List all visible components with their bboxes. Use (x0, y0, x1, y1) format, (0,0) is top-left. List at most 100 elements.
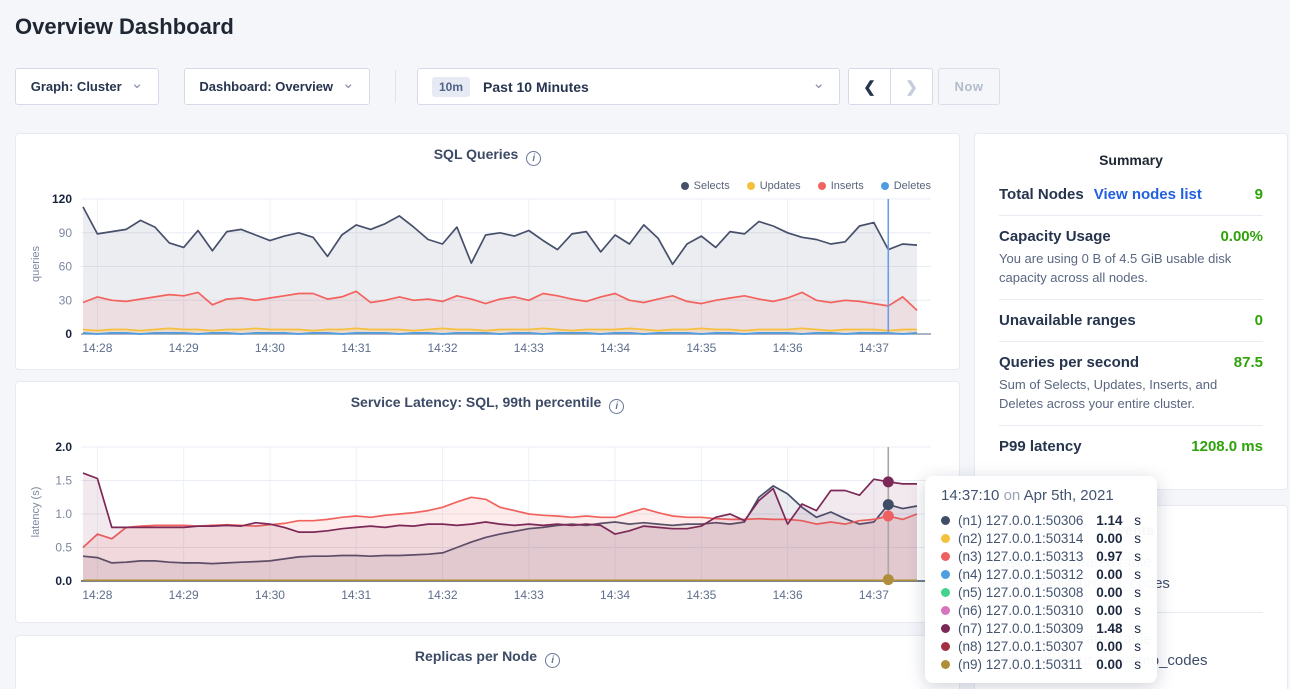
node-color-dot-icon (941, 552, 950, 561)
capacity-usage-label: Capacity Usage (999, 228, 1111, 245)
svg-text:14:37: 14:37 (859, 341, 889, 355)
node-color-dot-icon (941, 534, 950, 543)
divider (999, 299, 1263, 300)
divider (999, 341, 1263, 342)
tooltip-node-unit: s (1130, 549, 1141, 564)
tooltip-node-unit: s (1130, 621, 1141, 636)
tooltip-node-row: (n5) 127.0.0.1:503080.00 s (941, 583, 1141, 601)
now-button[interactable]: Now (938, 68, 1000, 105)
tooltip-node-label: (n8) 127.0.0.1:50307 (958, 639, 1088, 654)
svg-text:14:33: 14:33 (514, 341, 544, 355)
dashboard-dropdown[interactable]: Dashboard: Overview ⌄ (184, 68, 370, 105)
tooltip-node-value: 0.00 (1096, 567, 1122, 582)
page-title: Overview Dashboard (15, 14, 234, 40)
time-step-buttons: ❮ ❯ (848, 68, 933, 105)
view-nodes-list-link[interactable]: View nodes list (1094, 186, 1202, 203)
svg-text:14:36: 14:36 (773, 588, 803, 602)
tooltip-node-unit: s (1130, 567, 1141, 582)
total-nodes-label: Total Nodes (999, 186, 1084, 203)
graph-dropdown-label: Graph: Cluster (31, 79, 122, 94)
overview-dashboard-page: Overview Dashboard Graph: Cluster ⌄ Dash… (0, 0, 1290, 689)
queries-per-second-value: 87.5 (1234, 354, 1263, 371)
chevron-down-icon: ⌄ (812, 79, 825, 89)
divider (999, 215, 1263, 216)
tooltip-node-value: 0.00 (1096, 585, 1122, 600)
svg-text:60: 60 (59, 260, 73, 274)
svg-text:14:33: 14:33 (514, 588, 544, 602)
tooltip-node-row: (n6) 127.0.0.1:50310 0.00 s (941, 601, 1141, 619)
tooltip-node-unit: s (1130, 603, 1141, 618)
time-range-selector[interactable]: 10m Past 10 Minutes ⌄ (417, 68, 840, 105)
tooltip-node-unit: s (1130, 531, 1141, 546)
svg-text:14:28: 14:28 (82, 588, 112, 602)
svg-text:90: 90 (59, 226, 73, 240)
tooltip-node-row: (n3) 127.0.0.1:503130.97 s (941, 547, 1141, 565)
sql-queries-card: SQL Queriesi SelectsUpdatesInsertsDelete… (15, 133, 960, 370)
svg-text:14:32: 14:32 (427, 341, 457, 355)
unavailable-ranges-label: Unavailable ranges (999, 312, 1136, 329)
svg-text:0.0: 0.0 (55, 574, 72, 588)
replicas-per-node-title: Replicas per Nodei (16, 648, 959, 668)
service-latency-chart[interactable]: 0.00.51.01.52.014:2814:2914:3014:3114:32… (16, 382, 961, 624)
sql-queries-chart[interactable]: 030609012014:2814:2914:3014:3114:3214:33… (16, 134, 961, 371)
node-color-dot-icon (941, 624, 950, 633)
tooltip-node-row: (n1) 127.0.0.1:503061.14 s (941, 511, 1141, 529)
svg-text:14:31: 14:31 (341, 341, 371, 355)
svg-text:14:28: 14:28 (82, 341, 112, 355)
tooltip-node-value: 0.00 (1096, 639, 1122, 654)
tooltip-node-label: (n2) 127.0.0.1:50314 (958, 531, 1088, 546)
tooltip-node-unit: s (1130, 657, 1141, 672)
chevron-down-icon: ⌄ (131, 79, 144, 89)
svg-text:14:37: 14:37 (859, 588, 889, 602)
svg-text:14:36: 14:36 (773, 341, 803, 355)
svg-text:14:34: 14:34 (600, 341, 630, 355)
p99-latency-row: P99 latency 1208.0 ms (999, 438, 1263, 455)
toolbar-divider (395, 70, 396, 103)
tooltip-node-value: 0.00 (1096, 603, 1122, 618)
total-nodes-row: Total Nodes View nodes list 9 (999, 186, 1263, 203)
svg-text:14:30: 14:30 (255, 588, 285, 602)
dashboard-dropdown-label: Dashboard: Overview (199, 79, 333, 94)
svg-text:14:30: 14:30 (255, 341, 285, 355)
unavailable-ranges-row: Unavailable ranges 0 (999, 312, 1263, 329)
tooltip-node-unit: s (1130, 513, 1141, 528)
queries-per-second-label: Queries per second (999, 354, 1139, 371)
capacity-usage-value: 0.00% (1220, 228, 1263, 245)
svg-text:14:29: 14:29 (169, 588, 199, 602)
node-color-dot-icon (941, 588, 950, 597)
node-color-dot-icon (941, 516, 950, 525)
tooltip-node-label: (n4) 127.0.0.1:50312 (958, 567, 1088, 582)
previous-timeframe-button[interactable]: ❮ (849, 69, 891, 104)
tooltip-timestamp: 14:37:10 on Apr 5th, 2021 (941, 487, 1141, 504)
tooltip-node-unit: s (1130, 585, 1141, 600)
p99-latency-value: 1208.0 ms (1191, 438, 1263, 455)
svg-text:14:31: 14:31 (341, 588, 371, 602)
svg-text:30: 30 (59, 293, 73, 307)
svg-text:14:32: 14:32 (427, 588, 457, 602)
chart-hover-tooltip: 14:37:10 on Apr 5th, 2021 (n1) 127.0.0.1… (925, 476, 1157, 683)
divider (999, 425, 1263, 426)
graph-dropdown[interactable]: Graph: Cluster ⌄ (15, 68, 159, 105)
tooltip-node-value: 1.48 (1096, 621, 1122, 636)
summary-title: Summary (999, 152, 1263, 168)
tooltip-node-label: (n6) 127.0.0.1:50310 (958, 603, 1088, 618)
tooltip-node-row: (n4) 127.0.0.1:50312 0.00 s (941, 565, 1141, 583)
svg-text:1.5: 1.5 (55, 474, 72, 488)
unavailable-ranges-value: 0 (1255, 312, 1263, 329)
replicas-per-node-card: Replicas per Nodei (15, 635, 960, 689)
tooltip-node-value: 0.97 (1096, 549, 1122, 564)
svg-text:1.0: 1.0 (55, 507, 72, 521)
svg-text:14:29: 14:29 (169, 341, 199, 355)
queries-per-second-description: Sum of Selects, Updates, Inserts, and De… (999, 375, 1263, 413)
next-timeframe-button[interactable]: ❯ (891, 69, 932, 104)
svg-text:0.5: 0.5 (55, 541, 72, 555)
info-icon[interactable]: i (545, 653, 560, 668)
tooltip-node-row: (n8) 127.0.0.1:503070.00 s (941, 637, 1141, 655)
p99-latency-label: P99 latency (999, 438, 1082, 455)
queries-per-second-row: Queries per second 87.5 (999, 354, 1263, 371)
svg-text:120: 120 (52, 192, 72, 206)
tooltip-node-value: 0.00 (1096, 657, 1122, 672)
service-latency-card: Service Latency: SQL, 99th percentilei l… (15, 381, 960, 623)
tooltip-node-label: (n1) 127.0.0.1:50306 (958, 513, 1088, 528)
tooltip-node-row: (n7) 127.0.0.1:503091.48 s (941, 619, 1141, 637)
